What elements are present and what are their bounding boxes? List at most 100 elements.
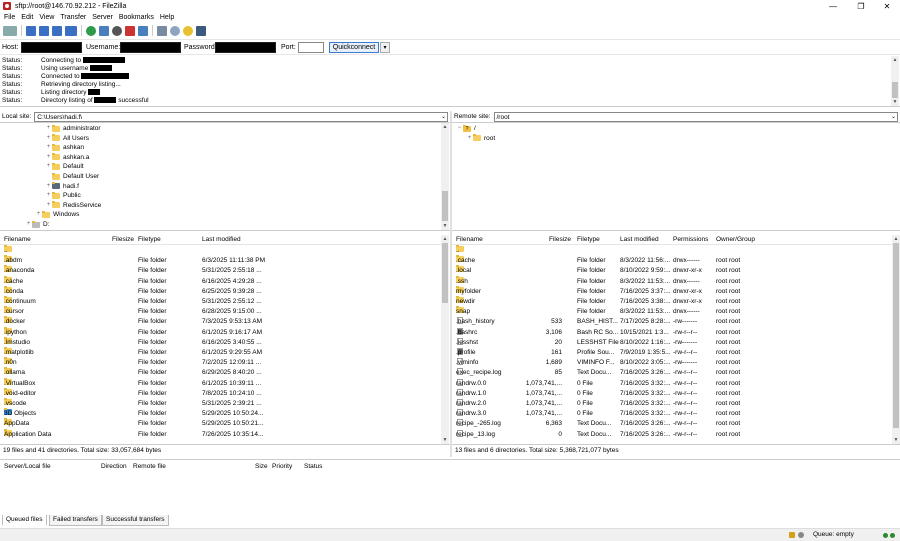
table-row[interactable]: .ollama File folder 6/29/2025 8:40:20 ... [0, 367, 441, 378]
tree-item[interactable]: + D: [25, 220, 50, 229]
menu-transfer[interactable]: Transfer [60, 14, 86, 21]
reconnect-icon[interactable] [138, 25, 148, 36]
tree-item[interactable]: + Public [45, 191, 81, 200]
table-row[interactable]: .VirtualBox File folder 6/1/2025 10:39:11 … [0, 377, 441, 389]
tree-item[interactable]: + All Users [45, 134, 89, 143]
filter-icon[interactable] [157, 25, 167, 36]
tree-item[interactable]: + ashkan [45, 143, 84, 152]
scroll-up-icon[interactable]: ▲ [441, 235, 449, 243]
disconnect-icon[interactable] [125, 25, 135, 36]
table-row[interactable]: .cache File folder 8/3/2022 11:56:... drwx-… [452, 255, 892, 266]
menu-bookmarks[interactable]: Bookmarks [119, 14, 154, 21]
expand-toggle-icon[interactable]: + [45, 134, 52, 143]
refresh-icon[interactable] [86, 25, 96, 36]
expand-toggle-icon[interactable]: + [45, 124, 52, 133]
queue-column-remote-file[interactable]: Remote file [133, 463, 166, 470]
tree-item[interactable]: −? / [456, 124, 476, 133]
table-row[interactable]: .lesshst 20 LESSHST File 8/10/2022 1:16:...… [452, 337, 892, 348]
minimize-button[interactable]: — [822, 0, 844, 12]
close-button[interactable]: ✕ [876, 0, 898, 12]
menu-file[interactable]: File [4, 14, 15, 21]
table-row[interactable]: .matplotlib File folder 6/1/2025 9:29:55 A… [0, 347, 441, 358]
table-row[interactable]: .cursor File folder 6/28/2025 9:15:00 ... [0, 306, 441, 317]
scroll-down-icon[interactable]: ▼ [892, 436, 900, 444]
queue-column-server-local[interactable]: Server/Local file [4, 463, 51, 470]
tree-item[interactable]: + administrator [45, 124, 101, 133]
expand-toggle-icon[interactable]: + [466, 134, 473, 143]
table-row[interactable]: .void-editor File folder 7/8/2025 10:24:10… [0, 387, 441, 399]
tree-item[interactable]: + ashkan.a [45, 153, 89, 162]
table-row[interactable]: .conda File folder 6/25/2025 9:39:28 ... [0, 285, 441, 297]
tab-queued-files[interactable]: Queued files [2, 515, 47, 526]
cancel-operation-icon[interactable] [112, 25, 122, 36]
table-row[interactable]: randrw.0.0 1,073,741,... 0 File 7/16/2025 3… [452, 378, 892, 389]
column-filetype[interactable]: Filetype [138, 235, 161, 245]
table-row[interactable]: .vscode File folder 5/31/2025 2:39:21 ... [0, 398, 441, 409]
expand-toggle-icon[interactable]: + [45, 182, 52, 191]
scroll-up-icon[interactable]: ▲ [892, 235, 900, 243]
table-row[interactable]: .. [452, 245, 892, 256]
table-row[interactable]: recipe_-265.log 6,363 Text Docu... 7/16/202… [452, 419, 892, 429]
column-filename[interactable]: Filename [456, 235, 483, 245]
table-row[interactable]: randrw.2.0 1,073,741,... 0 File 7/16/2025 3… [452, 399, 892, 409]
username-input[interactable] [120, 42, 181, 53]
maximize-button[interactable]: ❐ [850, 0, 872, 12]
menu-view[interactable]: View [39, 14, 54, 21]
scroll-thumb[interactable] [893, 243, 899, 428]
table-row[interactable]: recipe_13.log 0 Text Docu... 7/16/2025 3:26… [452, 429, 892, 440]
table-row[interactable]: .abdm File folder 6/3/2025 11:11:38 PM [0, 255, 441, 266]
table-row[interactable]: .continuum File folder 5/31/2025 2:55:12 .… [0, 296, 441, 307]
tab-failed-transfers[interactable]: Failed transfers [49, 515, 102, 526]
table-row[interactable]: .lmstudio File folder 6/16/2025 3:40:55 ..… [0, 336, 441, 348]
tree-item[interactable]: + Default [45, 162, 84, 171]
remote-path-input[interactable]: /root ⌄ [493, 111, 898, 122]
toggle-message-log-icon[interactable] [26, 25, 36, 36]
column-filesize[interactable]: Filesize [549, 235, 571, 245]
menu-edit[interactable]: Edit [21, 14, 33, 21]
table-row[interactable]: Application Data File folder 7/26/2025 10:… [0, 428, 441, 440]
binoculars-icon[interactable] [196, 25, 206, 36]
column-filetype[interactable]: Filetype [577, 235, 600, 245]
scroll-thumb[interactable] [442, 243, 448, 303]
table-row[interactable]: AppData File folder 5/29/2025 10:50:21... [0, 418, 441, 429]
scroll-thumb[interactable] [442, 191, 448, 221]
expand-toggle-icon[interactable]: + [45, 143, 52, 152]
menu-help[interactable]: Help [160, 14, 174, 21]
queue-column-status[interactable]: Status [304, 463, 322, 470]
toggle-local-tree-icon[interactable] [39, 25, 49, 36]
scroll-thumb[interactable] [892, 82, 898, 98]
process-queue-icon[interactable] [99, 25, 109, 36]
compare-icon[interactable] [183, 25, 193, 36]
tree-item[interactable]: Default User [45, 172, 99, 181]
scroll-up-icon[interactable]: ▲ [441, 123, 449, 131]
column-owner-group[interactable]: Owner/Group [716, 235, 755, 245]
table-row[interactable]: .anaconda File folder 5/31/2025 2:55:18 ..… [0, 265, 441, 276]
table-row[interactable]: 3D Objects File folder 5/29/2025 10:50:24.… [0, 408, 441, 419]
tree-item[interactable]: + Windows [35, 210, 79, 219]
chevron-down-icon[interactable]: ⌄ [891, 113, 896, 122]
password-input[interactable] [215, 42, 276, 53]
column-filename[interactable]: Filename [4, 235, 31, 245]
local-path-input[interactable]: C:\Users\hadi.f\ ⌄ [34, 111, 448, 122]
table-row[interactable]: randrw.1.0 1,073,741,... 0 File 7/16/2025 3… [452, 388, 892, 399]
host-input[interactable] [21, 42, 82, 53]
queue-column-size[interactable]: Size [255, 463, 268, 470]
table-row[interactable]: .ipython File folder 6/1/2025 9:16:17 AM [0, 326, 441, 338]
column-filesize[interactable]: Filesize [112, 235, 134, 245]
tree-item[interactable]: + RedisService [45, 201, 101, 210]
site-manager-icon[interactable] [3, 25, 17, 36]
column-last-modified[interactable]: Last modified [202, 235, 241, 245]
toggle-transfer-queue-icon[interactable] [65, 25, 77, 36]
table-row[interactable]: randrw.3.0 1,073,741,... 0 File 7/16/2025 3… [452, 409, 892, 419]
quickconnect-dropdown-button[interactable]: ▾ [380, 42, 390, 53]
queue-column-direction[interactable]: Direction [101, 463, 127, 470]
table-row[interactable]: .profile 161 Profile Sou... 7/9/2019 1:35:5… [452, 348, 892, 358]
log-scrollbar[interactable]: ▲ ▼ [891, 56, 899, 106]
expand-toggle-icon[interactable]: + [45, 162, 52, 171]
column-last-modified[interactable]: Last modified [620, 235, 659, 245]
tree-item[interactable]: + hadi.f [45, 182, 79, 191]
scroll-up-icon[interactable]: ▲ [891, 56, 899, 64]
toggle-remote-tree-icon[interactable] [52, 25, 62, 36]
table-row[interactable]: .local File folder 8/10/2022 9:59:... drwxr… [452, 265, 892, 276]
column-permissions[interactable]: Permissions [673, 235, 708, 245]
